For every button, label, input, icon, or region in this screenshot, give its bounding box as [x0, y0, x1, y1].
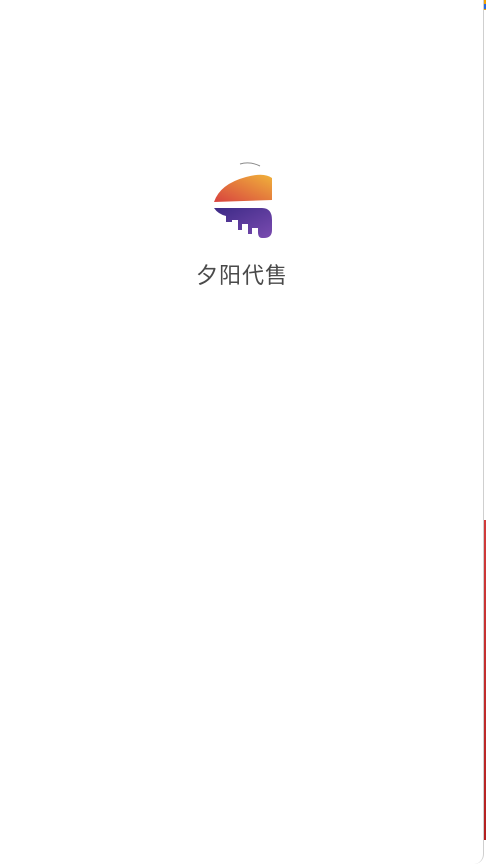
splash-content: 夕阳代售 [0, 150, 484, 290]
app-logo-icon [214, 162, 272, 238]
splash-screen: 夕阳代售 [0, 0, 486, 864]
app-name-label: 夕阳代售 [195, 264, 288, 289]
app-window: 夕阳代售 [0, 0, 484, 864]
